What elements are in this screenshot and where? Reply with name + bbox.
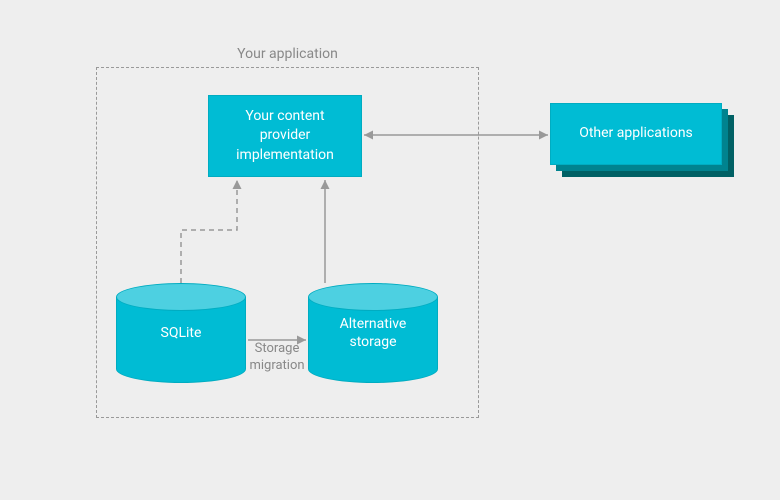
app-container-label: Your application — [96, 46, 479, 62]
node-alt-storage-label: Alternative storage — [340, 315, 407, 351]
node-content-provider-label: Your content provider implementation — [236, 107, 334, 166]
node-other-apps: Other applications — [550, 103, 722, 165]
node-content-provider: Your content provider implementation — [208, 95, 362, 177]
node-sqlite: SQLite — [116, 283, 246, 383]
edge-migration-label: Storage migration — [246, 341, 308, 375]
node-other-apps-label: Other applications — [579, 124, 693, 144]
node-alt-storage: Alternative storage — [308, 283, 438, 383]
node-sqlite-label: SQLite — [161, 324, 202, 342]
